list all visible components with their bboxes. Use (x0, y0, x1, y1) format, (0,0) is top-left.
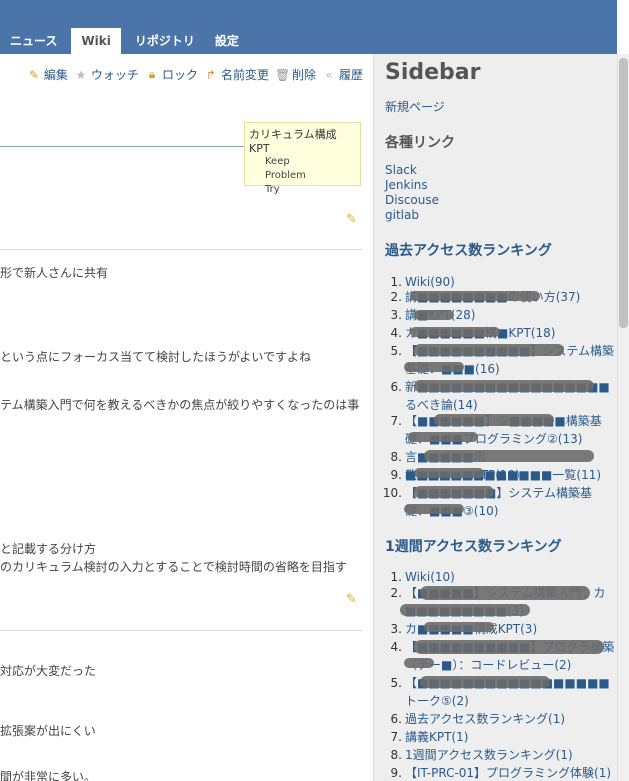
history-icon: « (325, 67, 333, 82)
redaction-mark (414, 380, 594, 392)
link-discouse[interactable]: Discouse (385, 193, 439, 207)
tab-wiki[interactable]: Wiki (71, 28, 121, 54)
redaction-mark (410, 327, 500, 337)
tab-repository[interactable]: リポジトリ (125, 28, 205, 54)
table-of-contents: カリキュラム構成KPT Keep Problem Try (244, 122, 361, 195)
redaction-mark (404, 658, 434, 668)
history-link[interactable]: «履歴 (322, 66, 363, 83)
link-slack[interactable]: Slack (385, 163, 417, 177)
sidebar: Sidebar 新規ページ 各種リンク Slack Jenkins Discou… (373, 54, 617, 781)
redaction-mark (404, 504, 464, 514)
rename-link[interactable]: ↱ 名前変更 (204, 66, 269, 83)
content-line: 対応が大変だった (0, 664, 97, 678)
content-line: と記載する分け方 (0, 542, 97, 556)
section-divider (0, 630, 362, 631)
content-line: 拡張案が出にくい (0, 724, 96, 738)
section-edit-icon[interactable]: ✎ (346, 592, 357, 607)
window-edge (617, 0, 629, 54)
redaction-mark (414, 640, 604, 654)
redaction-mark (414, 468, 484, 478)
past-ranking-heading: 過去アクセス数ランキング (385, 243, 552, 259)
links-heading: 各種リンク (385, 135, 455, 151)
scrollbar-thumb[interactable] (619, 58, 628, 328)
redaction-mark (410, 291, 540, 301)
toc-item-try[interactable]: Try (249, 183, 356, 197)
rename-icon: ↱ (205, 67, 216, 82)
toc-item-keep[interactable]: Keep (249, 155, 356, 169)
content-line: という点にフォーカス当てて検討したほうがよいですよね (0, 350, 312, 364)
content-line: のカリキュラム検討の入力とすることで検討時間の省略を目指す (0, 560, 347, 574)
content-line: 間が非常に多い。 (0, 770, 97, 781)
content-line: 形で新人さんに共有 (0, 266, 109, 280)
wiki-content: ✎ 編集 ★ ウォッチ 🔒︎ ロック ↱ 名前変更 🗑︎ 削除 «履歴 カリキュラム構成K… (0, 54, 373, 781)
new-page-link[interactable]: 新規ページ (385, 98, 445, 115)
redaction-mark (424, 450, 594, 462)
star-icon: ★ (75, 67, 87, 82)
redaction-mark (420, 586, 590, 600)
lock-icon: 🔒︎ (148, 67, 156, 81)
title-underline (0, 146, 244, 147)
link-jenkins[interactable]: Jenkins (385, 178, 428, 192)
redaction-mark (420, 676, 550, 688)
section-edit-icon[interactable]: ✎ (346, 212, 357, 227)
tab-settings[interactable]: 設定 (205, 28, 249, 54)
tab-news[interactable]: ニュース (0, 28, 67, 54)
redaction-mark (404, 362, 464, 372)
lock-link[interactable]: 🔒︎ ロック (145, 66, 198, 83)
link-gitlab[interactable]: gitlab (385, 208, 419, 222)
redaction-mark (408, 432, 478, 442)
toc-title[interactable]: カリキュラム構成KPT (249, 126, 356, 155)
edit-link[interactable]: ✎ 編集 (27, 66, 68, 83)
week-ranking-heading: 1週間アクセス数ランキング (385, 539, 562, 555)
redaction-mark (434, 414, 554, 426)
watch-link[interactable]: ★ ウォッチ (74, 66, 139, 83)
redaction-mark (424, 622, 494, 632)
redaction-mark (414, 486, 494, 498)
page-actions: ✎ 編集 ★ ウォッチ 🔒︎ ロック ↱ 名前変更 🗑︎ 削除 «履歴 (27, 66, 363, 83)
redaction-mark (414, 344, 564, 356)
delete-link[interactable]: 🗑︎ 削除 (275, 66, 316, 83)
toc-item-problem[interactable]: Problem (249, 169, 356, 183)
pencil-icon: ✎ (28, 67, 39, 82)
sidebar-title: Sidebar (385, 60, 481, 85)
redaction-mark (400, 604, 530, 616)
trash-icon: 🗑︎ (274, 67, 291, 82)
main-tabs: ニュース Wiki リポジトリ 設定 (0, 28, 249, 54)
section-divider (0, 249, 362, 250)
content-line: テム構築入門で何を教えるべきかの焦点が絞りやすくなったのは事 (0, 398, 360, 412)
redaction-mark (414, 310, 454, 320)
top-header: ニュース Wiki リポジトリ 設定 (0, 0, 629, 54)
